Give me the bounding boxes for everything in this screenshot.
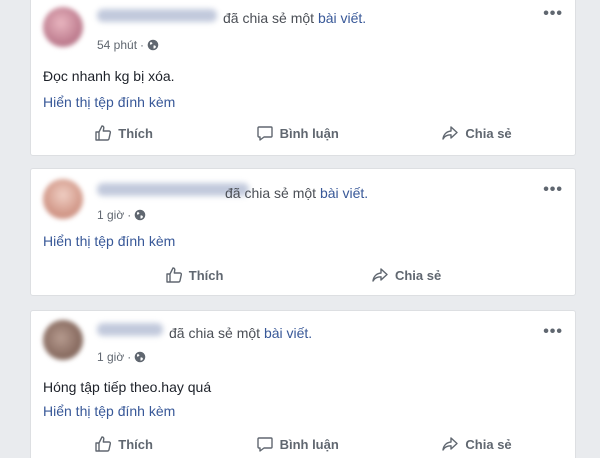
timestamp[interactable]: 1 giờ (97, 350, 124, 364)
thumbs-up-icon (166, 267, 182, 283)
like-button[interactable]: Thích (94, 124, 153, 142)
author-name-blurred[interactable] (97, 323, 163, 336)
thumbs-up-icon (95, 125, 112, 141)
comment-label: Bình luận (279, 125, 339, 141)
like-button[interactable]: Thích (165, 266, 224, 284)
like-label: Thích (118, 125, 153, 141)
timestamp[interactable]: 1 giờ (97, 208, 124, 222)
news-feed: đã chia sẻ một bài viết. 54 phút · ••• Đ… (0, 0, 600, 458)
more-options-icon[interactable]: ••• (543, 181, 563, 199)
post-card: đã chia sẻ một bài viết. 54 phút · ••• Đ… (30, 0, 576, 156)
post-headline: đã chia sẻ một bài viết. (223, 10, 366, 26)
separator: · (127, 208, 132, 222)
timestamp[interactable]: 54 phút (97, 38, 137, 52)
post-text: Đọc nhanh kg bị xóa. (43, 68, 175, 84)
shared-post-link[interactable]: bài viết. (318, 10, 366, 26)
avatar[interactable] (43, 320, 83, 360)
shared-post-link[interactable]: bài viết. (320, 185, 368, 201)
globe-icon[interactable] (134, 209, 146, 221)
more-options-icon[interactable]: ••• (543, 5, 563, 23)
share-label: Chia sẻ (465, 436, 512, 452)
post-meta: 1 giờ · (97, 350, 146, 364)
show-attachment-link[interactable]: Hiển thị tệp đính kèm (43, 403, 175, 419)
globe-icon[interactable] (147, 39, 159, 51)
like-label: Thích (188, 267, 224, 283)
shared-post-link[interactable]: bài viết. (264, 325, 312, 341)
post-text: Hóng tập tiếp theo.hay quá (43, 379, 212, 395)
post-headline: đã chia sẻ một bài viết. (169, 325, 312, 341)
share-icon (442, 126, 459, 140)
share-label: Chia sẻ (394, 267, 442, 283)
show-attachment-link[interactable]: Hiển thị tệp đính kèm (43, 233, 175, 249)
post-actions: Thích Bình luận Chia sẻ (43, 428, 563, 458)
author-name-blurred[interactable] (97, 9, 217, 22)
post-card: đã chia sẻ một bài viết. 1 giờ · ••• Hiể… (30, 168, 576, 296)
share-label: Chia sẻ (465, 125, 512, 141)
show-attachment-link[interactable]: Hiển thị tệp đính kèm (43, 94, 175, 110)
avatar[interactable] (43, 7, 83, 47)
comment-icon (256, 126, 273, 141)
post-headline: đã chia sẻ một bài viết. (225, 185, 368, 201)
shared-text: đã chia sẻ một (223, 10, 315, 26)
separator: · (127, 350, 132, 364)
like-label: Thích (118, 436, 153, 452)
shared-text: đã chia sẻ một (225, 185, 317, 201)
post-meta: 1 giờ · (97, 208, 146, 222)
share-icon (372, 268, 388, 282)
share-button[interactable]: Chia sẻ (441, 124, 512, 142)
comment-button[interactable]: Bình luận (256, 435, 339, 453)
like-button[interactable]: Thích (94, 435, 153, 453)
share-button[interactable]: Chia sẻ (371, 266, 441, 284)
comment-button[interactable]: Bình luận (256, 124, 339, 142)
separator: · (140, 38, 145, 52)
globe-icon[interactable] (134, 351, 146, 363)
post-card: đã chia sẻ một bài viết. 1 giờ · ••• Hón… (30, 310, 576, 458)
avatar[interactable] (43, 179, 83, 219)
post-actions: Thích Bình luận Chia sẻ (43, 117, 563, 149)
share-icon (442, 437, 459, 451)
share-button[interactable]: Chia sẻ (441, 435, 512, 453)
more-options-icon[interactable]: ••• (543, 323, 563, 341)
thumbs-up-icon (95, 436, 112, 452)
post-actions: Thích Chia sẻ (91, 259, 515, 291)
comment-label: Bình luận (279, 436, 339, 452)
post-meta: 54 phút · (97, 38, 159, 52)
shared-text: đã chia sẻ một (169, 325, 261, 341)
comment-icon (256, 437, 273, 452)
